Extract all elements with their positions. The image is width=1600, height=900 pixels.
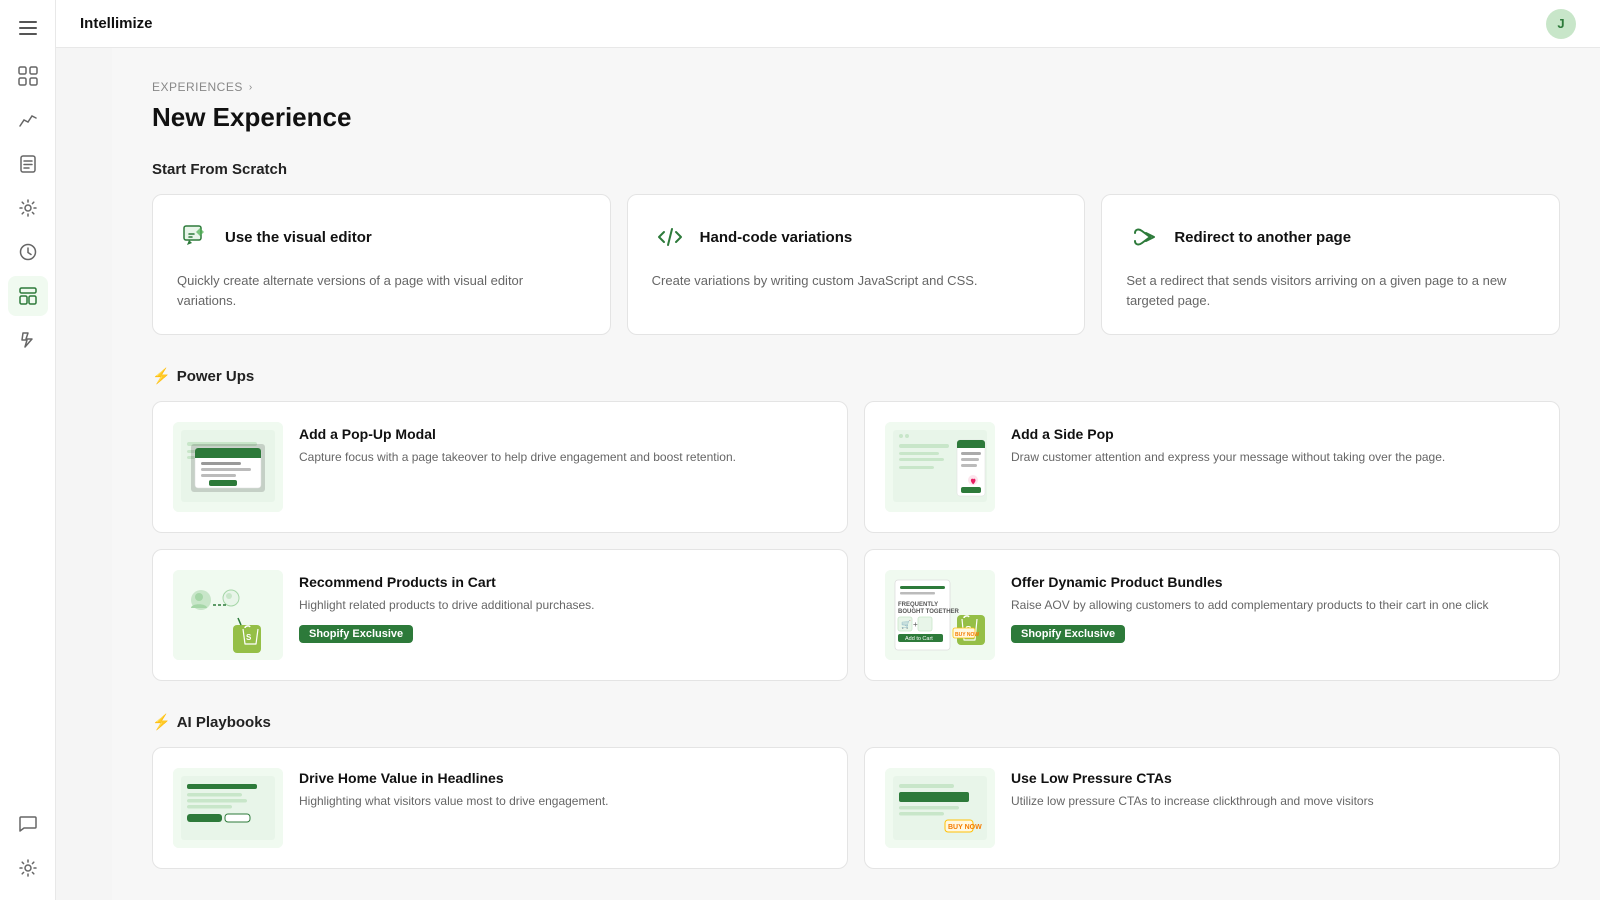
- low-pressure-ctas-desc: Utilize low pressure CTAs to increase cl…: [1011, 792, 1539, 810]
- breadcrumb-parent[interactable]: EXPERIENCES: [152, 80, 243, 94]
- drive-home-value-image: [173, 768, 283, 848]
- breadcrumb: EXPERIENCES ›: [152, 80, 1560, 94]
- recommend-cart-badge: Shopify Exclusive: [299, 625, 413, 643]
- side-pop-title: Add a Side Pop: [1011, 426, 1539, 442]
- sidebar-item-messages[interactable]: [8, 804, 48, 844]
- sidebar-item-history[interactable]: [8, 232, 48, 272]
- visual-editor-desc: Quickly create alternate versions of a p…: [177, 271, 586, 310]
- svg-text:BOUGHT TOGETHER: BOUGHT TOGETHER: [898, 609, 960, 615]
- svg-text:S: S: [246, 633, 252, 642]
- dynamic-bundles-card[interactable]: FREQUENTLY BOUGHT TOGETHER 🛒 + Add to Ca…: [864, 549, 1560, 681]
- recommend-cart-desc: Highlight related products to drive addi…: [299, 596, 827, 614]
- scratch-cards-row: Use the visual editor Quickly create alt…: [152, 194, 1560, 335]
- svg-text:+: +: [913, 620, 918, 629]
- dynamic-bundles-desc: Raise AOV by allowing customers to add c…: [1011, 596, 1539, 614]
- playbooks-grid: Drive Home Value in Headlines Highlighti…: [152, 747, 1560, 869]
- page-title: New Experience: [152, 102, 1560, 133]
- sidebar: [0, 0, 56, 900]
- svg-text:BUY NOW: BUY NOW: [948, 824, 982, 831]
- scratch-section-heading: Start From Scratch: [152, 161, 1560, 178]
- popup-modal-desc: Capture focus with a page takeover to he…: [299, 448, 827, 466]
- main-content: EXPERIENCES › New Experience Start From …: [112, 48, 1600, 900]
- app-name: Intellimize: [80, 15, 153, 32]
- dynamic-bundles-title: Offer Dynamic Product Bundles: [1011, 574, 1539, 590]
- hand-code-desc: Create variations by writing custom Java…: [652, 271, 1061, 291]
- side-pop-desc: Draw customer attention and express your…: [1011, 448, 1539, 466]
- drive-home-value-title: Drive Home Value in Headlines: [299, 770, 827, 786]
- popup-modal-image: [173, 422, 283, 512]
- sidebar-item-reports[interactable]: [8, 144, 48, 184]
- recommend-cart-title: Recommend Products in Cart: [299, 574, 827, 590]
- ai-icon: ⚡: [152, 713, 171, 731]
- hand-code-icon: [652, 219, 688, 255]
- powerups-grid: Add a Pop-Up Modal Capture focus with a …: [152, 401, 1560, 681]
- visual-editor-card[interactable]: Use the visual editor Quickly create alt…: [152, 194, 611, 335]
- sidebar-item-config[interactable]: [8, 848, 48, 888]
- breadcrumb-separator: ›: [249, 82, 253, 93]
- side-pop-image: [885, 422, 995, 512]
- hand-code-title: Hand-code variations: [700, 229, 853, 246]
- side-pop-card[interactable]: Add a Side Pop Draw customer attention a…: [864, 401, 1560, 533]
- svg-text:BUY NOW: BUY NOW: [955, 632, 979, 638]
- hand-code-card[interactable]: Hand-code variations Create variations b…: [627, 194, 1086, 335]
- sidebar-item-settings[interactable]: [8, 188, 48, 228]
- low-pressure-ctas-card[interactable]: BUY NOW Use Low Pressure CTAs Utilize lo…: [864, 747, 1560, 869]
- popup-modal-card[interactable]: Add a Pop-Up Modal Capture focus with a …: [152, 401, 848, 533]
- redirect-title: Redirect to another page: [1174, 229, 1351, 246]
- recommend-cart-image: S: [173, 570, 283, 660]
- redirect-desc: Set a redirect that sends visitors arriv…: [1126, 271, 1535, 310]
- dynamic-bundles-image: FREQUENTLY BOUGHT TOGETHER 🛒 + Add to Ca…: [885, 570, 995, 660]
- low-pressure-ctas-title: Use Low Pressure CTAs: [1011, 770, 1539, 786]
- powerups-section-heading: ⚡ Power Ups: [152, 367, 1560, 385]
- topbar: Intellimize J: [56, 0, 1600, 48]
- svg-text:Add to Cart: Add to Cart: [905, 636, 933, 642]
- redirect-icon: [1126, 219, 1162, 255]
- sidebar-menu-button[interactable]: [12, 12, 44, 44]
- svg-text:FREQUENTLY: FREQUENTLY: [898, 602, 938, 608]
- redirect-card[interactable]: Redirect to another page Set a redirect …: [1101, 194, 1560, 335]
- sidebar-item-experiences[interactable]: [8, 276, 48, 316]
- user-avatar[interactable]: J: [1546, 9, 1576, 39]
- drive-home-value-card[interactable]: Drive Home Value in Headlines Highlighti…: [152, 747, 848, 869]
- sidebar-item-analytics[interactable]: [8, 100, 48, 140]
- sidebar-item-powerups[interactable]: [8, 320, 48, 360]
- svg-text:🛒: 🛒: [901, 619, 911, 629]
- low-pressure-ctas-image: BUY NOW: [885, 768, 995, 848]
- powerups-icon: ⚡: [152, 367, 171, 385]
- popup-modal-title: Add a Pop-Up Modal: [299, 426, 827, 442]
- recommend-cart-card[interactable]: S Recommend Products in Cart Highlight r…: [152, 549, 848, 681]
- drive-home-value-desc: Highlighting what visitors value most to…: [299, 792, 827, 810]
- visual-editor-icon: [177, 219, 213, 255]
- dynamic-bundles-badge: Shopify Exclusive: [1011, 625, 1125, 643]
- sidebar-item-dashboard[interactable]: [8, 56, 48, 96]
- visual-editor-title: Use the visual editor: [225, 229, 372, 246]
- ai-section-heading: ⚡ AI Playbooks: [152, 713, 1560, 731]
